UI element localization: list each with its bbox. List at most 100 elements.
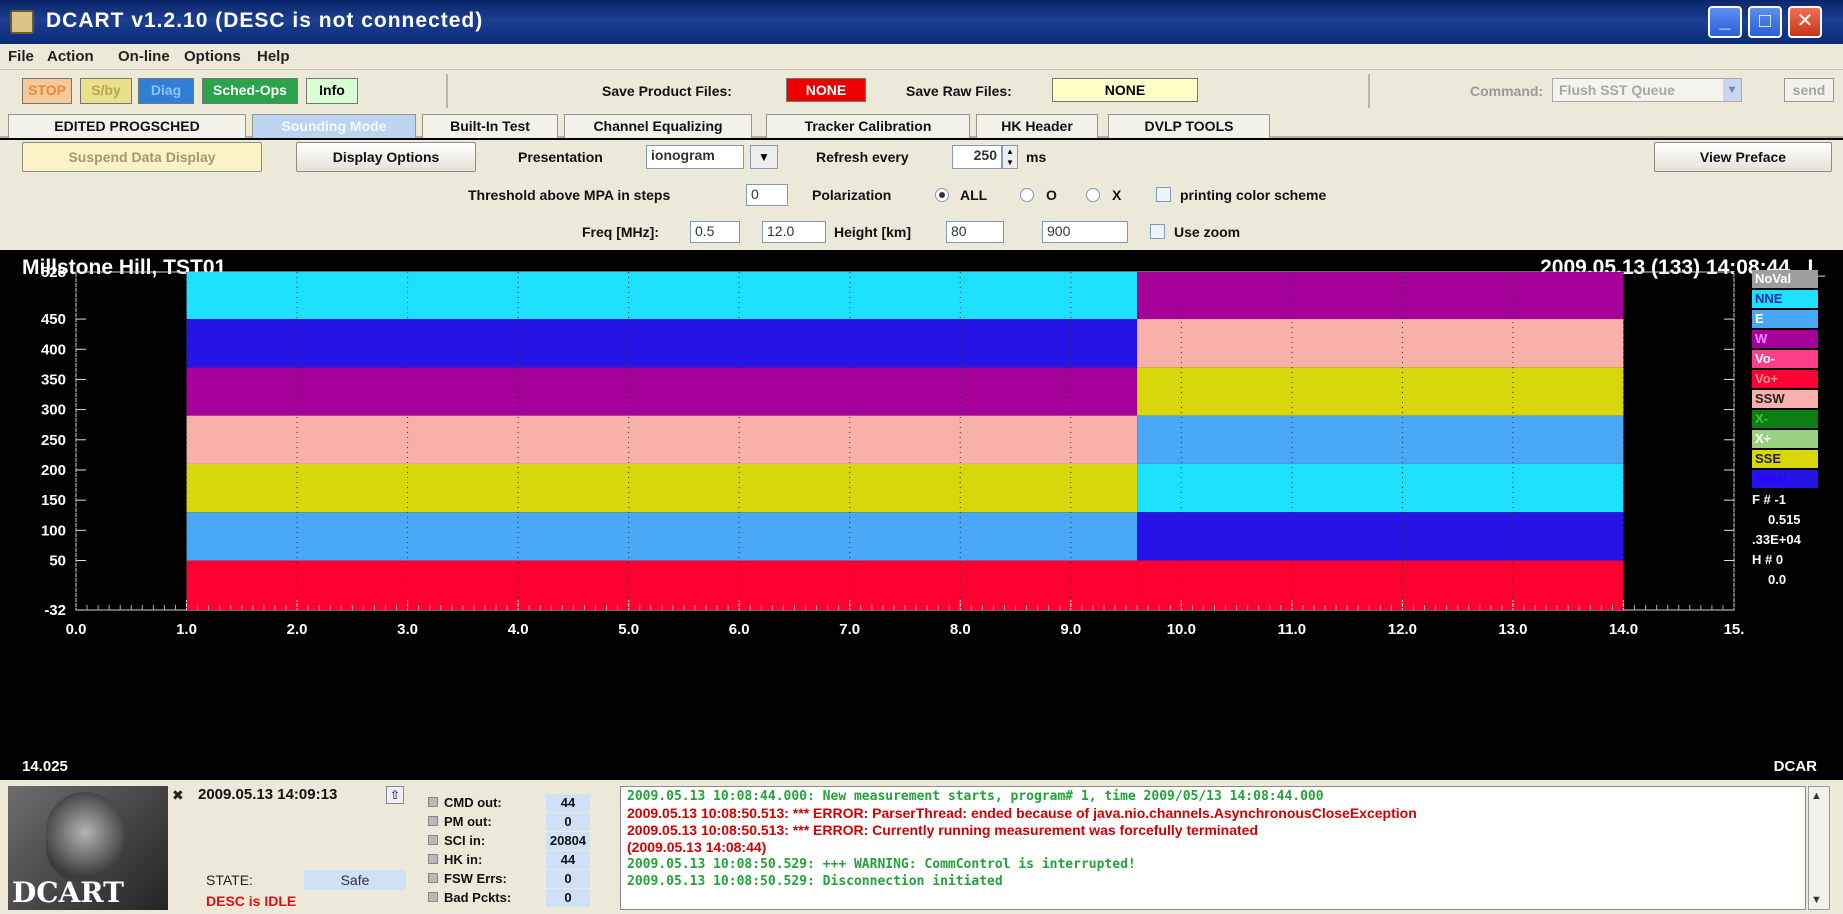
counter-indicator	[428, 873, 438, 883]
counter-name: FSW Errs:	[444, 871, 507, 886]
tab-hk-header[interactable]: HK Header	[976, 114, 1098, 138]
x-tick-label: 2.0	[287, 621, 308, 638]
save-product-value[interactable]: NONE	[786, 78, 866, 102]
log-line: (2009.05.13 14:08:44)	[627, 839, 767, 855]
scroll-down-icon[interactable]: ▼	[1811, 894, 1822, 906]
height-max-input[interactable]: 900	[1042, 221, 1128, 243]
window-title: DCART v1.2.10 (DESC is not connected)	[46, 9, 484, 32]
minimize-button[interactable]: _	[1708, 6, 1742, 38]
tab-tracker-calibration[interactable]: Tracker Calibration	[766, 114, 970, 138]
counter-row: CMD out: 44	[428, 794, 590, 812]
log-line: 2009.05.13 10:08:50.529: +++ WARNING: Co…	[627, 857, 1136, 872]
title-bar: DCART v1.2.10 (DESC is not connected) _ …	[0, 0, 1843, 44]
chevron-down-icon[interactable]: ▼	[750, 145, 778, 169]
pol-all-label: ALL	[960, 187, 988, 203]
send-button[interactable]: send	[1784, 78, 1834, 102]
radio-pol-x[interactable]	[1086, 188, 1100, 202]
x-tick-label: 4.0	[508, 621, 529, 638]
counter-indicator	[428, 892, 438, 902]
log-scrollbar[interactable]	[1808, 786, 1830, 910]
log-line: 2009.05.13 10:08:50.513: *** ERROR: Curr…	[627, 822, 1259, 838]
descartes-portrait: DCART	[8, 786, 168, 910]
menu-help[interactable]: Help	[257, 48, 290, 65]
y-tick-label: 450	[41, 311, 66, 328]
threshold-input[interactable]: 0	[746, 184, 788, 206]
view-preface-button[interactable]: View Preface	[1654, 142, 1832, 172]
legend-item: Vo-	[1752, 350, 1818, 368]
menu-options[interactable]: Options	[184, 48, 241, 65]
counter-name: CMD out:	[444, 795, 502, 810]
x-tick-label: 11.0	[1278, 621, 1306, 638]
legend-item: NoVal	[1752, 270, 1818, 288]
counter-value: 0	[546, 889, 590, 907]
y-tick-label: 300	[41, 402, 66, 419]
freq-min-input[interactable]: 0.5	[690, 221, 740, 243]
save-product-label: Save Product Files:	[602, 83, 732, 99]
menu-file[interactable]: File	[8, 48, 34, 65]
message-log[interactable]: 2009.05.13 10:08:44.000: New measurement…	[620, 786, 1806, 910]
tab-channel-equalizing[interactable]: Channel Equalizing	[564, 114, 752, 138]
radio-pol-o[interactable]	[1020, 188, 1034, 202]
use-zoom-label: Use zoom	[1174, 224, 1241, 240]
printing-color-checkbox[interactable]	[1156, 187, 1171, 202]
y-tick-label: 200	[41, 462, 66, 479]
plot-stat: 0.515	[1768, 512, 1801, 527]
command-select[interactable]: Flush SST Queue	[1552, 78, 1742, 102]
info-button[interactable]: Info	[306, 78, 358, 104]
heatmap-cell	[1137, 319, 1624, 368]
desc-status: DESC is IDLE	[206, 893, 297, 909]
tab-sounding-mode[interactable]: Sounding Mode	[252, 114, 416, 138]
ionogram-plot: Millstone Hill, TST01 2009.05.13 (133) 1…	[0, 250, 1843, 778]
sched-ops-button[interactable]: Sched-Ops	[202, 78, 298, 104]
tab-edited-progsched[interactable]: EDITED PROGSCHED	[8, 114, 246, 138]
save-raw-value[interactable]: NONE	[1052, 78, 1198, 102]
menu-online[interactable]: On-line	[118, 48, 170, 65]
close-icon[interactable]: ✖	[172, 787, 184, 804]
legend-item: SSW	[1752, 390, 1818, 408]
close-button[interactable]: ✕	[1788, 6, 1822, 38]
counter-value: 0	[546, 870, 590, 888]
y-tick-label: 400	[41, 341, 66, 358]
counter-name: PM out:	[444, 814, 492, 829]
tab-built-in-test[interactable]: Built-In Test	[422, 114, 558, 138]
menu-action[interactable]: Action	[47, 48, 94, 65]
chevron-down-icon[interactable]: ▼	[1723, 79, 1741, 101]
suspend-display-button[interactable]: Suspend Data Display	[22, 142, 262, 172]
maximize-button[interactable]: □	[1748, 6, 1782, 38]
plot-stat: F # -1	[1752, 492, 1786, 507]
counter-indicator	[428, 835, 438, 845]
diag-button[interactable]: Diag	[138, 78, 194, 104]
height-min-input[interactable]: 80	[946, 221, 1004, 243]
pol-x-label: X	[1112, 187, 1122, 203]
heatmap-cell	[1137, 463, 1624, 513]
tab-dvlp-tools[interactable]: DVLP TOOLS	[1108, 114, 1270, 138]
heatmap-cell	[1137, 367, 1624, 416]
scroll-up-icon[interactable]: ▲	[1811, 790, 1822, 802]
legend-item: SSE	[1752, 450, 1818, 468]
display-options-button[interactable]: Display Options	[296, 142, 476, 172]
use-zoom-checkbox[interactable]	[1150, 224, 1165, 239]
y-tick-label: 350	[41, 371, 66, 388]
counter-name: HK in:	[444, 852, 483, 867]
refresh-input[interactable]: 250	[952, 145, 1002, 169]
counter-row: PM out: 0	[428, 813, 590, 831]
x-tick-label: 8.0	[950, 621, 971, 638]
pol-o-label: O	[1046, 187, 1057, 203]
heatmap-cell	[186, 367, 1138, 416]
log-line: 2009.05.13 10:08:50.529: Disconnection i…	[627, 874, 1003, 889]
freq-max-input[interactable]: 12.0	[762, 221, 826, 243]
radio-pol-all[interactable]	[935, 188, 949, 202]
counter-value: 44	[546, 794, 590, 812]
spinner-icon[interactable]: ▲ ▼	[1002, 145, 1018, 169]
up-arrow-icon[interactable]: ⇧	[386, 786, 404, 804]
counter-row: SCI in: 20804	[428, 832, 590, 850]
brand-text: DCAR	[1773, 758, 1817, 775]
presentation-select[interactable]: ionogram	[646, 145, 744, 169]
standby-button[interactable]: S/by	[80, 78, 132, 104]
heatmap-cell	[186, 272, 1138, 320]
stop-button[interactable]: STOP	[22, 78, 72, 104]
threshold-label: Threshold above MPA in steps	[468, 187, 671, 203]
legend-item: Vo+	[1752, 370, 1818, 388]
legend-item: X-	[1752, 410, 1818, 428]
x-tick-label: 14.0	[1609, 621, 1638, 638]
